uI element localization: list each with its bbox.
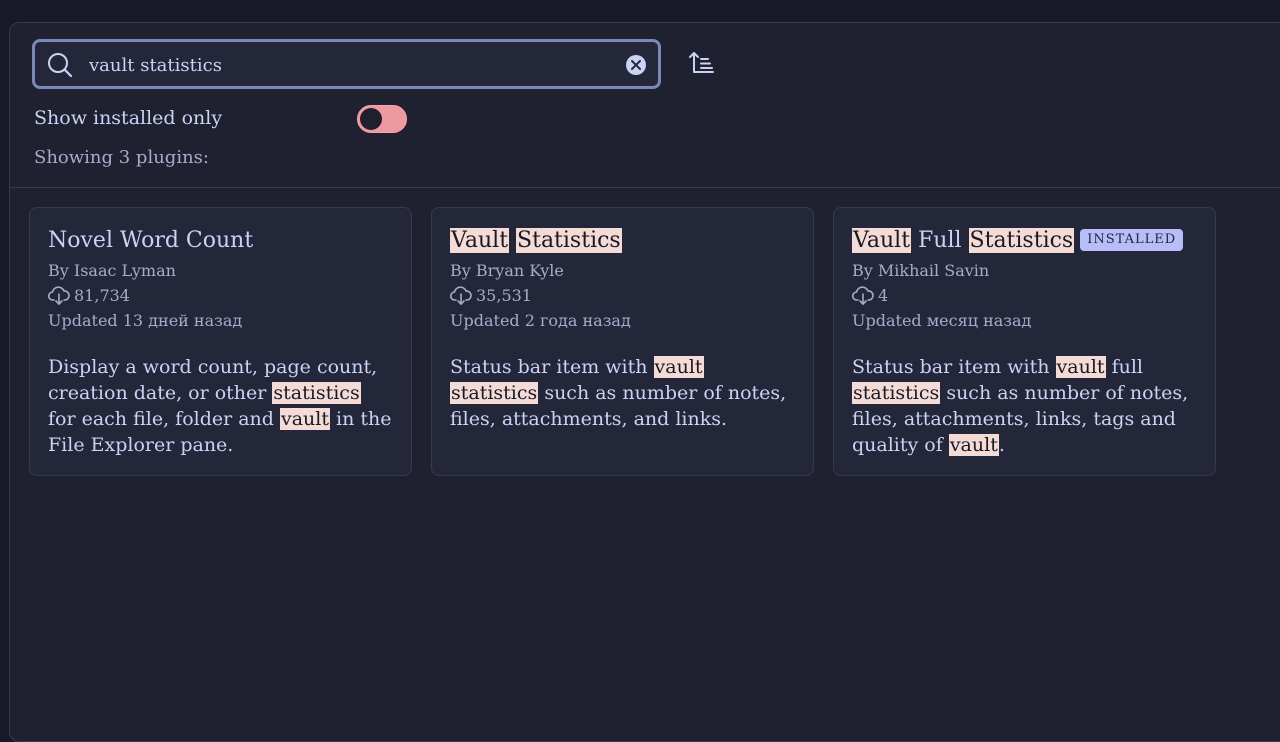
match-highlight: vault	[280, 408, 331, 430]
plugin-description: Status bar item with vault full statisti…	[852, 354, 1197, 458]
match-highlight: Statistics	[516, 228, 622, 253]
match-highlight: statistics	[272, 382, 361, 404]
plugin-updated: Updated месяц назад	[852, 311, 1032, 330]
toggle-knob	[360, 108, 382, 130]
download-count: 81,734	[74, 286, 130, 305]
match-highlight: vault	[1055, 356, 1106, 378]
installed-badge: INSTALLED	[1080, 229, 1184, 251]
search-box[interactable]	[32, 39, 661, 89]
download-count: 35,531	[476, 286, 532, 305]
installed-only-filter: Show installed only	[34, 105, 414, 135]
text-segment: Status bar item with	[852, 356, 1056, 378]
plugin-updated: Updated 2 года назад	[450, 311, 631, 330]
search-icon	[48, 53, 73, 78]
search-row	[32, 39, 732, 89]
text-segment	[509, 228, 516, 253]
plugin-card[interactable]: Vault Statistics By Bryan Kyle 35,531 Up…	[431, 207, 814, 476]
plugin-title: Novel Word Count	[48, 226, 393, 258]
plugin-author: By Bryan Kyle	[450, 261, 564, 280]
plugin-description: Display a word count, page count, creati…	[48, 354, 393, 458]
plugin-author: By Isaac Lyman	[48, 261, 176, 280]
plugin-author: By Mikhail Savin	[852, 261, 990, 280]
match-highlight: statistics	[852, 382, 941, 404]
match-highlight: Vault	[450, 228, 510, 253]
results-count: Showing 3 plugins:	[34, 147, 209, 168]
match-highlight: Statistics	[968, 228, 1075, 253]
search-input[interactable]	[89, 51, 609, 79]
plugin-title: Vault Statistics	[450, 226, 795, 258]
sort-ascending-icon[interactable]	[688, 49, 716, 77]
plugin-card[interactable]: Vault Full Statistics INSTALLED By Mikhai…	[833, 207, 1216, 476]
plugin-downloads: 4	[852, 283, 1197, 308]
plugin-results: Novel Word Count By Isaac Lyman 81,734 U…	[29, 207, 1229, 477]
text-segment: .	[998, 434, 1005, 456]
plugin-updated: Updated 13 дней назад	[48, 311, 243, 330]
installed-only-label: Show installed only	[34, 107, 223, 129]
clear-icon[interactable]	[625, 54, 647, 76]
text-segment: Novel Word Count	[48, 228, 254, 253]
download-count: 4	[878, 286, 889, 305]
plugin-title: Vault Full Statistics INSTALLED	[852, 226, 1197, 258]
divider	[10, 187, 1280, 188]
match-highlight: vault	[653, 356, 704, 378]
match-highlight: Vault	[852, 228, 912, 253]
plugin-card[interactable]: Novel Word Count By Isaac Lyman 81,734 U…	[29, 207, 412, 476]
community-plugins-modal: Show installed only Showing 3 plugins: N…	[9, 22, 1280, 742]
text-segment: Full	[911, 228, 969, 253]
match-highlight: statistics	[450, 382, 539, 404]
match-highlight: vault	[948, 434, 999, 456]
text-segment: for each file, folder and	[48, 408, 280, 430]
download-cloud-icon	[48, 285, 70, 305]
download-cloud-icon	[450, 285, 472, 305]
text-segment: full	[1105, 356, 1144, 378]
text-segment: Status bar item with	[450, 356, 654, 378]
plugin-downloads: 35,531	[450, 283, 795, 308]
installed-only-toggle[interactable]	[357, 105, 407, 133]
plugin-description: Status bar item with vault statistics su…	[450, 354, 795, 432]
plugin-downloads: 81,734	[48, 283, 393, 308]
download-cloud-icon	[852, 285, 874, 305]
